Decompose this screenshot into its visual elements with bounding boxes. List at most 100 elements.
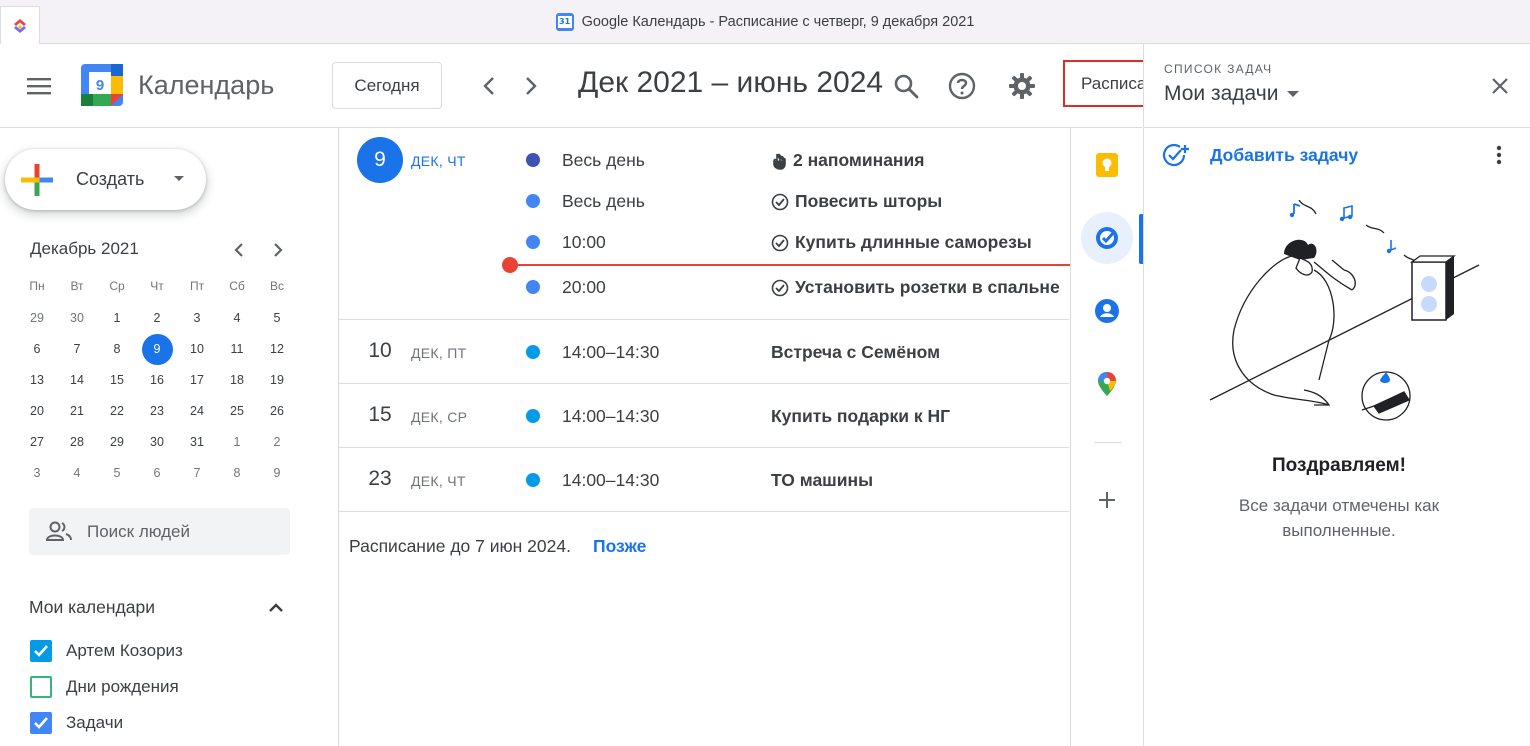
maps-button[interactable] [1081,358,1133,410]
mini-calendar-day[interactable]: 6 [17,334,57,365]
prev-period-button[interactable] [469,66,509,106]
my-calendars-collapse-button[interactable] [262,594,290,622]
schedule-event[interactable]: 14:00–14:30 Встреча с Семёном [339,332,1069,372]
mini-calendar-day[interactable]: 28 [57,427,97,458]
mini-calendar-day[interactable]: 9 [257,458,297,489]
mini-calendar-day[interactable]: 31 [177,427,217,458]
mini-calendar-day[interactable]: 5 [257,303,297,334]
mini-calendar-day[interactable]: 2 [137,303,177,334]
day-number: 3 [33,466,41,480]
event-title-text: Купить длинные саморезы [795,232,1032,252]
mini-calendar-day[interactable]: 4 [217,303,257,334]
close-icon [1492,78,1508,94]
mini-calendar-day[interactable]: 11 [217,334,257,365]
mini-calendar-day[interactable]: 8 [97,334,137,365]
date-range-title: Дек 2021 – июнь 2024 [578,66,884,99]
contacts-button[interactable] [1081,285,1133,337]
load-later-link[interactable]: Позже [593,536,646,557]
mini-calendar-day[interactable]: 19 [257,365,297,396]
keep-button[interactable] [1081,139,1133,191]
help-button[interactable] [940,64,984,108]
view-switcher-button[interactable]: Расписание [1063,60,1145,107]
next-period-button[interactable] [511,66,551,106]
calendar-item[interactable]: Дни рождения [30,674,179,700]
mini-calendar-day[interactable]: 30 [57,303,97,334]
mini-calendar-day[interactable]: 21 [57,396,97,427]
settings-button[interactable] [1000,64,1044,108]
checkbox-unchecked-icon[interactable] [30,676,52,698]
mini-calendar-day[interactable]: 6 [137,458,177,489]
get-addons-button[interactable] [1081,474,1133,526]
add-task-button[interactable]: Добавить задачу [1162,140,1358,170]
tasks-button[interactable] [1081,212,1133,264]
task-list-selector[interactable]: Мои задачи [1164,82,1300,106]
mini-calendar-day[interactable]: 1 [217,427,257,458]
calendar-logo-icon[interactable]: 9 [81,64,123,106]
event-title-text: Установить розетки в спальне [795,277,1060,297]
mini-calendar-day[interactable]: 7 [57,334,97,365]
chevron-up-icon [269,603,283,612]
day-number: 9 [141,334,173,365]
create-button[interactable]: Создать [5,149,206,210]
mini-calendar-day[interactable]: 18 [217,365,257,396]
mini-calendar-day[interactable]: 27 [17,427,57,458]
mini-calendar-day[interactable]: 29 [97,427,137,458]
tasks-panel-separator [1144,127,1530,128]
mini-calendar-day[interactable]: 3 [17,458,57,489]
calendar-item[interactable]: Артем Козориз [30,638,183,664]
schedule-event[interactable]: 20:00 Установить розетки в спальне [339,267,1069,307]
schedule-event[interactable]: Весь день Повесить шторы [339,181,1069,221]
schedule-event[interactable]: Весь день 2 напоминания [339,140,1069,180]
task-list-options-button[interactable] [1484,140,1514,170]
day-number: 4 [233,311,241,325]
mini-calendar-day[interactable]: 3 [177,303,217,334]
day-number: 2 [153,311,161,325]
calendar-item[interactable]: Задачи [30,710,123,736]
schedule-event[interactable]: 10:00 Купить длинные саморезы [339,222,1069,262]
mini-calendar-day[interactable]: 13 [17,365,57,396]
today-button[interactable]: Сегодня [332,62,442,109]
main-menu-button[interactable] [18,65,60,107]
mini-calendar-day[interactable]: 15 [97,365,137,396]
mini-calendar-grid: Пн Вт Ср Чт Пт Сб Вс 29 30 1 2 3 4 5 6 7 8 9 10 11 12 13 14 15 1… [17,272,297,489]
mini-calendar-day[interactable]: 5 [97,458,137,489]
mini-calendar-prev-button[interactable] [225,236,253,264]
close-tasks-panel-button[interactable] [1482,68,1518,104]
mini-calendar-day[interactable]: 29 [17,303,57,334]
mini-calendar-day[interactable]: 14 [57,365,97,396]
event-title: Купить подарки к НГ [771,406,950,427]
mini-calendar-day[interactable]: 26 [257,396,297,427]
weekday-header: Вс [269,279,284,293]
mini-calendar-today[interactable]: 9 [137,334,177,365]
mini-calendar-next-button[interactable] [264,236,292,264]
mini-calendar-day[interactable]: 20 [17,396,57,427]
add-task-icon [1162,143,1189,167]
mini-calendar-day[interactable]: 2 [257,427,297,458]
people-search-input[interactable]: Поиск людей [29,508,290,555]
schedule-event[interactable]: 14:00–14:30 Купить подарки к НГ [339,396,1069,436]
checkbox-checked-icon[interactable] [30,640,52,662]
schedule-divider [1070,128,1071,746]
mini-calendar-day[interactable]: 17 [177,365,217,396]
mini-calendar-day[interactable]: 22 [97,396,137,427]
calendar-name: Задачи [66,713,124,732]
weekday-header: Вт [70,279,84,293]
mini-calendar-day[interactable]: 10 [177,334,217,365]
day-number: 5 [113,466,121,480]
mini-calendar-day[interactable]: 7 [177,458,217,489]
mini-calendar-day[interactable]: 24 [177,396,217,427]
search-button[interactable] [884,64,928,108]
mini-calendar-day[interactable]: 1 [97,303,137,334]
mini-calendar-day[interactable]: 30 [137,427,177,458]
mini-calendar-day[interactable]: 16 [137,365,177,396]
mini-calendar-day[interactable]: 12 [257,334,297,365]
mini-calendar-day[interactable]: 23 [137,396,177,427]
day-number: 20 [30,404,44,418]
mini-calendar-day[interactable]: 4 [57,458,97,489]
mini-calendar-day[interactable]: 25 [217,396,257,427]
mini-calendar-day[interactable]: 8 [217,458,257,489]
day-number: 27 [30,435,44,449]
checkbox-checked-icon[interactable] [30,712,52,734]
day-number: 17 [190,373,204,387]
schedule-event[interactable]: 14:00–14:30 ТО машины [339,460,1069,500]
